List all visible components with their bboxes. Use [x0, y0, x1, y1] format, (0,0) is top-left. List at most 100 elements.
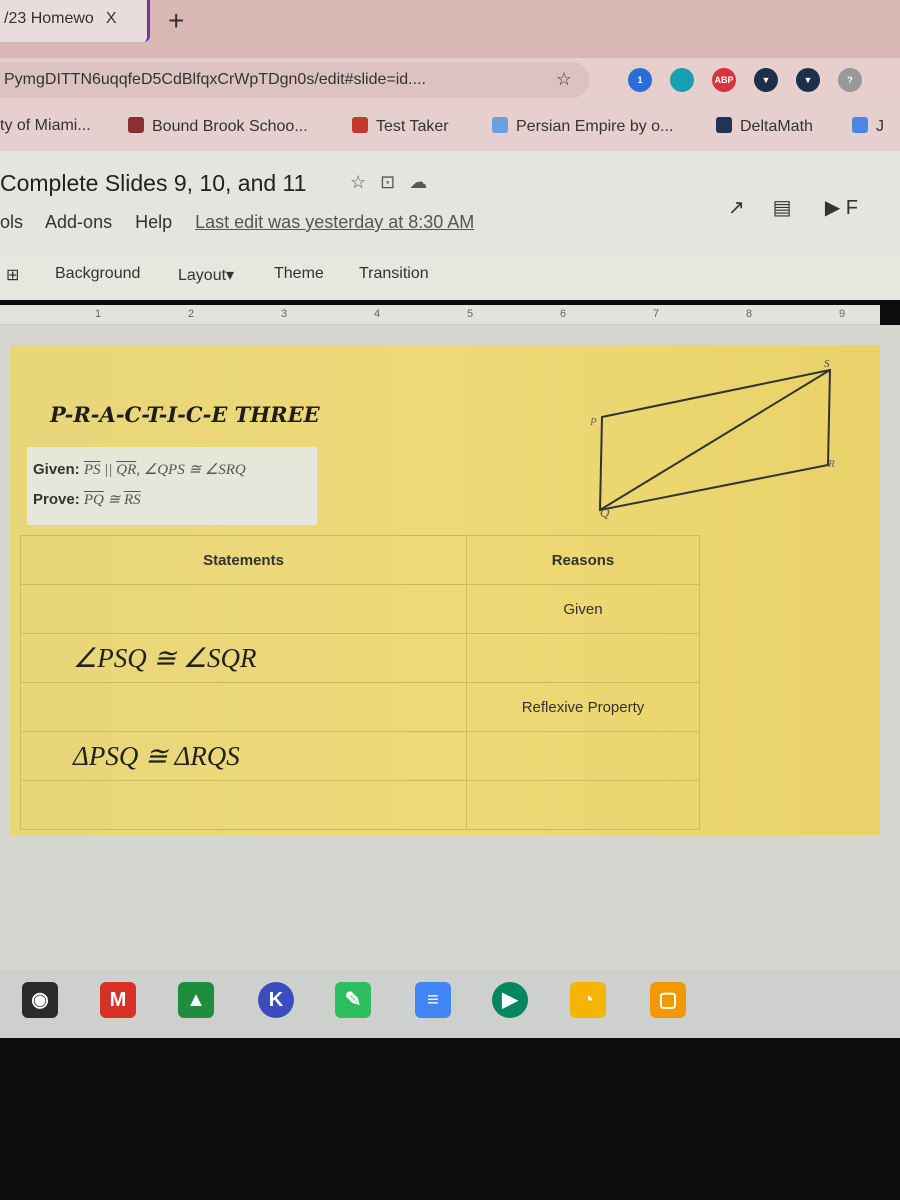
table-row: ∠PSQ ≅ ∠SQR — [20, 633, 701, 683]
toolbar: ⊞ Background Layout▾ Theme Transition — [0, 255, 900, 300]
given-segment-ps: PS — [83, 462, 101, 478]
bookmark-item[interactable]: ty of Miami... — [0, 117, 91, 135]
present-icon[interactable]: ▶ — [825, 197, 840, 219]
statement-cell[interactable]: ΔPSQ ≅ ΔRQS — [20, 731, 467, 781]
label-p: P — [589, 416, 597, 428]
last-edit-link[interactable]: Last edit was yesterday at 8:30 AM — [195, 212, 474, 232]
bookmark-item[interactable]: J — [852, 117, 884, 136]
prove-segment-pq: PQ — [83, 492, 104, 508]
bookmark-item[interactable]: DeltaMath — [716, 117, 813, 136]
transition-button[interactable]: Transition — [359, 265, 429, 283]
present-button[interactable]: F — [846, 197, 858, 219]
table-row: Given — [20, 584, 701, 634]
ruler-tick: 4 — [374, 308, 381, 320]
gmail-icon[interactable]: M — [100, 982, 136, 1018]
table-row: Reflexive Property — [20, 682, 701, 732]
bookmark-label: DeltaMath — [740, 118, 813, 135]
menu-help[interactable]: Help — [135, 212, 172, 232]
reason-cell[interactable] — [465, 633, 701, 683]
files-icon[interactable]: ▢ — [650, 982, 686, 1018]
prove-label: Prove: — [33, 491, 80, 508]
menu-addons[interactable]: Add-ons — [45, 212, 112, 232]
deltamath-icon — [716, 117, 732, 133]
bookmark-star-icon[interactable]: ☆ — [556, 69, 572, 90]
theme-button[interactable]: Theme — [274, 265, 324, 283]
bookmark-item[interactable]: Bound Brook Schoo... — [128, 117, 308, 136]
statement-cell[interactable] — [20, 584, 467, 634]
parallel-symbol: || — [100, 462, 117, 478]
label-r: R — [827, 458, 835, 470]
new-tab-button[interactable]: + — [168, 5, 184, 37]
prove-line: Prove: PQ ≅ RS — [33, 485, 311, 515]
drive-icon[interactable]: ▲ — [178, 982, 214, 1018]
bookmark-item[interactable]: Test Taker — [352, 117, 449, 136]
ext-vpn2-icon[interactable]: ▼ — [796, 68, 820, 92]
ruler: 1 2 3 4 5 6 7 8 9 — [0, 305, 880, 325]
statement-cell[interactable] — [20, 682, 467, 732]
reason-cell[interactable] — [465, 731, 701, 781]
bookmark-label: Test Taker — [376, 118, 449, 135]
url-field[interactable]: PymgDITTN6uqqfeD5CdBlfqxCrWpTDgn0s/edit#… — [0, 62, 590, 98]
slide-heading[interactable]: P-R-A-C-T-I-C-E THREE — [50, 402, 320, 427]
tab-strip: /23 Homewo X + — [0, 0, 900, 58]
table-row: ΔPSQ ≅ ΔRQS — [20, 731, 701, 781]
ext-vpn-icon[interactable]: ▼ — [754, 68, 778, 92]
tab-close-icon[interactable]: X — [106, 10, 117, 27]
ruler-tick: 6 — [560, 308, 567, 320]
ruler-tick: 1 — [95, 308, 102, 320]
bookmark-label: Bound Brook Schoo... — [152, 118, 308, 135]
prove-segment-rs: RS — [123, 492, 141, 508]
given-line: Given: PS || QR, ∠QPS ≅ ∠SRQ — [33, 455, 311, 485]
comments-icon[interactable]: ▤ — [773, 197, 792, 219]
parallelogram-diagram: P S R Q — [589, 358, 835, 520]
cloud-saved-icon: ☁ — [409, 172, 442, 192]
chrome-app-icon[interactable]: ◔ — [570, 982, 606, 1018]
ruler-tick: 7 — [653, 308, 660, 320]
statement-cell[interactable]: ∠PSQ ≅ ∠SQR — [20, 633, 467, 683]
table-header-row: Statements Reasons — [20, 535, 701, 585]
background-button[interactable]: Background — [55, 265, 140, 283]
header-statements: Statements — [20, 535, 467, 585]
bookmark-item[interactable]: Persian Empire by o... — [492, 117, 673, 136]
given-label: Given: — [33, 461, 80, 478]
label-q: Q — [600, 505, 610, 520]
ruler-tick: 2 — [188, 308, 195, 320]
given-prove-box[interactable]: Given: PS || QR, ∠QPS ≅ ∠SRQ Prove: PQ ≅… — [27, 447, 317, 525]
ruler-tick: 9 — [839, 308, 846, 320]
star-icon[interactable]: ☆ — [350, 172, 380, 192]
camera-icon[interactable]: ◉ — [22, 982, 58, 1018]
test-taker-icon — [352, 117, 368, 133]
ruler-tick: 8 — [746, 308, 753, 320]
docs-icon — [852, 117, 868, 133]
header-reasons: Reasons — [465, 535, 701, 585]
congruent-symbol: ≅ — [103, 492, 124, 508]
menu-tools[interactable]: ols — [0, 212, 23, 232]
reason-cell[interactable]: Reflexive Property — [465, 682, 701, 732]
evernote-icon[interactable]: ✎ — [335, 982, 371, 1018]
ext-badge-icon[interactable]: 1 — [628, 68, 652, 92]
move-folder-icon[interactable]: ⊡ — [380, 172, 409, 192]
play-store-icon[interactable]: ▶ — [492, 982, 528, 1018]
docs-icon[interactable]: ≡ — [415, 982, 451, 1018]
adblock-plus-icon[interactable]: ABP — [712, 68, 736, 92]
bookmarks-bar: ty of Miami... Bound Brook Schoo... Test T… — [0, 103, 900, 151]
layout-button[interactable]: Layout▾ — [178, 265, 234, 285]
new-slide-icon[interactable]: ⊞ — [6, 265, 19, 285]
reason-cell[interactable] — [465, 780, 701, 830]
kami-icon[interactable]: K — [258, 982, 294, 1018]
bookmark-label: Persian Empire by o... — [516, 118, 674, 135]
activity-icon[interactable]: ↗ — [728, 197, 745, 219]
bookmark-label: J — [876, 118, 884, 135]
statement-cell[interactable] — [20, 780, 467, 830]
ruler-tick: 5 — [467, 308, 474, 320]
tab-title: /23 Homewo — [4, 10, 94, 27]
doc-title[interactable]: Complete Slides 9, 10, and 11 — [0, 170, 306, 197]
table-row — [20, 780, 701, 830]
browser-tab[interactable]: /23 Homewo X — [0, 0, 150, 42]
bookmark-label: ty of Miami... — [0, 117, 91, 134]
proof-table[interactable]: Statements Reasons Given ∠PSQ ≅ ∠SQR Reflex… — [20, 535, 701, 830]
ext-cyan-icon[interactable] — [670, 68, 694, 92]
reason-cell[interactable]: Given — [465, 584, 701, 634]
label-s: S — [824, 358, 830, 370]
ext-help-icon[interactable]: ? — [838, 68, 862, 92]
